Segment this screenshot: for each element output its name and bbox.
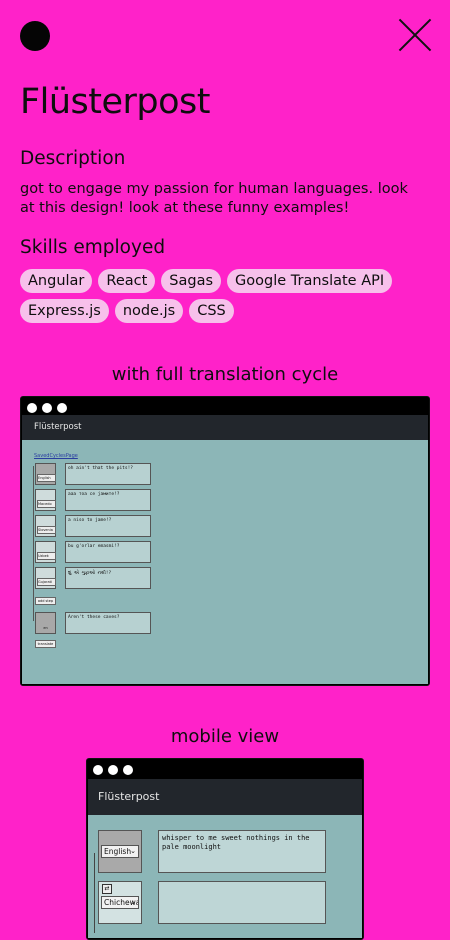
- app-body: SavedCyclesPage English oh ain't that th…: [22, 440, 428, 684]
- language-select: English ⌄: [101, 845, 139, 858]
- language-panel: Macedo: [35, 489, 56, 511]
- chevron-down-icon: ⌄: [130, 898, 136, 906]
- add-step-button: add step: [35, 597, 56, 605]
- project-title: Flüsterpost: [20, 82, 211, 122]
- description-text: got to engage my passion for human langu…: [20, 181, 408, 216]
- translation-box: [158, 881, 326, 924]
- language-panel: Uzbek: [35, 541, 56, 563]
- translation-box: bu g'orlar emasmi!?: [65, 541, 151, 563]
- skill-chip: Google Translate API: [227, 269, 393, 293]
- app-bar: Flüsterpost: [22, 415, 428, 440]
- skill-chip: React: [98, 269, 156, 293]
- screenshot-desktop: Flüsterpost SavedCyclesPage English oh a…: [20, 396, 430, 686]
- window-controls: [93, 765, 133, 775]
- skill-chip: Sagas: [161, 269, 222, 293]
- window-controls: [27, 403, 67, 413]
- translation-box: શું એ ગુફાઓ નથી!?: [65, 567, 151, 589]
- final-language-panel: en: [35, 612, 56, 634]
- skills-heading: Skills employed: [20, 237, 166, 258]
- language-panel: Slovenia: [35, 515, 56, 537]
- flow-line: [94, 853, 95, 933]
- skills-list: Angular React Sagas Google Translate API…: [20, 269, 440, 323]
- flow-line: [33, 466, 34, 621]
- screenshot-caption: mobile view: [170, 726, 280, 747]
- skill-chip: node.js: [114, 299, 184, 323]
- swap-icon: ⇄: [102, 884, 112, 894]
- translate-button: translate: [35, 640, 56, 648]
- translation-box: a niso to jame!?: [65, 515, 151, 537]
- final-translation-box: Aren't these caves?: [65, 612, 151, 634]
- language-panel: English ⌄: [98, 830, 142, 873]
- translation-box: ааа тоа се јамите!?: [65, 489, 151, 511]
- skill-chip: CSS: [189, 299, 234, 323]
- language-select: Chichewa ⌄: [101, 896, 139, 909]
- saved-cycles-link: SavedCyclesPage: [34, 453, 78, 459]
- language-panel: ⇄ Chichewa ⌄: [98, 881, 142, 924]
- description-heading: Description: [20, 148, 126, 169]
- skill-chip: Express.js: [20, 299, 109, 323]
- chevron-down-icon: ⌄: [130, 847, 136, 855]
- language-panel: English: [35, 463, 56, 485]
- screenshot-caption: with full translation cycle: [111, 364, 339, 385]
- skill-chip: Angular: [20, 269, 93, 293]
- translation-box: oh ain't that the pits!?: [65, 463, 151, 485]
- language-panel: Gujarati: [35, 567, 56, 589]
- screenshot-mobile: Flüsterpost English ⌄ whisper to me sweet…: [86, 758, 364, 940]
- app-bar: Flüsterpost: [88, 779, 362, 815]
- logo-dot[interactable]: [20, 21, 50, 51]
- app-body: English ⌄ whisper to me sweet nothings in…: [88, 815, 362, 938]
- close-icon[interactable]: [399, 19, 431, 51]
- translation-box: whisper to me sweet nothings in the pale…: [158, 830, 326, 873]
